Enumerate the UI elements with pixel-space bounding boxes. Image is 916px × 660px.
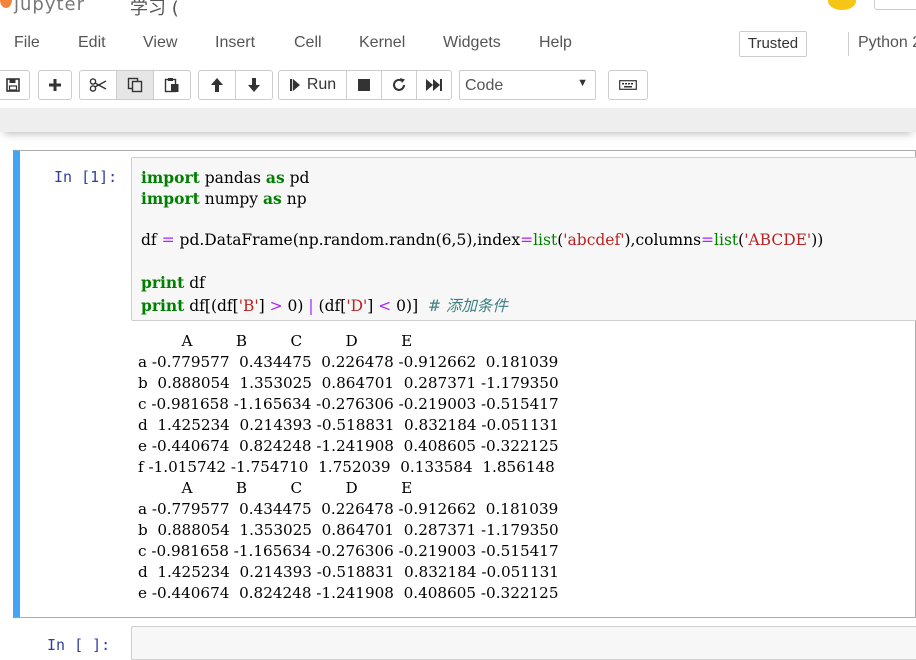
jupyter-logo-icon[interactable]	[0, 0, 12, 8]
scissors-icon	[89, 78, 107, 92]
copy-icon	[127, 77, 143, 93]
keyboard-icon	[619, 80, 637, 90]
move-down-button[interactable]	[235, 70, 273, 100]
output-line: e -0.440674 0.824248 -1.241908 0.408605 …	[138, 584, 559, 602]
insert-cell-button[interactable]	[38, 70, 72, 100]
output-line: a -0.779577 0.434475 0.226478 -0.912662 …	[138, 500, 559, 518]
menu-edit[interactable]: Edit	[78, 34, 106, 52]
code-line[interactable]: print df[(df['B'] > 0) | (df['D'] < 0)] …	[141, 294, 508, 316]
jupyter-brand[interactable]: jupyter	[14, 0, 85, 15]
menu-help[interactable]: Help	[539, 34, 572, 52]
copy-button[interactable]	[116, 70, 154, 100]
menu-insert[interactable]: Insert	[215, 34, 255, 52]
code-line[interactable]: print df	[141, 273, 205, 292]
menu-file[interactable]: File	[14, 34, 40, 52]
input-prompt: In [1]:	[54, 168, 118, 186]
output-line: d 1.425234 0.214393 -0.518831 0.832184 -…	[138, 416, 559, 434]
menu-widgets[interactable]: Widgets	[443, 34, 501, 52]
kernel-divider	[848, 32, 849, 56]
cell-type-select[interactable]: Code ▼	[459, 70, 596, 100]
menu-view[interactable]: View	[143, 34, 177, 52]
user-avatar-icon	[828, 0, 856, 10]
notebook-title[interactable]: 学习 (	[130, 0, 179, 20]
command-palette-button[interactable]	[608, 70, 648, 100]
output-line: c -0.981658 -1.165634 -0.276306 -0.21900…	[138, 542, 559, 560]
stop-icon	[358, 79, 370, 91]
kernel-name[interactable]: Python 2	[858, 34, 916, 52]
output-line: b 0.888054 1.353025 0.864701 0.287371 -1…	[138, 374, 559, 392]
code-line[interactable]: df = pd.DataFrame(np.random.randn(6,5),i…	[141, 231, 823, 249]
menu-kernel[interactable]: Kernel	[359, 34, 405, 52]
restart-run-all-button[interactable]	[416, 70, 452, 100]
output-line: f -1.015742 -1.754710 1.752039 0.133584 …	[138, 458, 555, 476]
toolbar: Run	[0, 64, 916, 108]
output-line: c -0.981658 -1.165634 -0.276306 -0.21900…	[138, 395, 559, 413]
restart-icon	[393, 78, 405, 91]
output-line: A B C D E	[138, 479, 413, 497]
cell-type-value: Code	[465, 77, 504, 94]
paste-icon	[164, 78, 179, 93]
arrow-down-icon	[248, 78, 260, 92]
code-line[interactable]: import pandas as pd	[141, 168, 309, 187]
cut-button[interactable]	[79, 70, 117, 100]
notebook-header: jupyter 学习 (	[0, 0, 916, 24]
fast-forward-icon	[426, 79, 442, 91]
run-button[interactable]: Run	[278, 70, 347, 100]
output-line: d 1.425234 0.214393 -0.518831 0.832184 -…	[138, 563, 559, 581]
output-line: A B C D E	[138, 332, 413, 350]
paste-button[interactable]	[153, 70, 191, 100]
save-button[interactable]	[0, 70, 30, 100]
step-forward-icon	[289, 79, 300, 91]
run-label: Run	[306, 76, 337, 93]
chevron-down-icon: ▼	[577, 77, 588, 89]
plus-icon	[49, 79, 61, 91]
input-prompt-empty: In [ ]:	[47, 636, 111, 654]
menu-cell[interactable]: Cell	[294, 34, 322, 52]
move-up-button[interactable]	[198, 70, 236, 100]
arrow-up-icon	[211, 78, 223, 92]
interrupt-button[interactable]	[346, 70, 382, 100]
output-line: e -0.440674 0.824248 -1.241908 0.408605 …	[138, 437, 559, 455]
code-line[interactable]: import numpy as np	[141, 189, 307, 208]
header-shadow	[0, 108, 916, 132]
output-line: a -0.779577 0.434475 0.226478 -0.912662 …	[138, 353, 559, 371]
logout-button[interactable]	[874, 0, 916, 10]
save-icon	[6, 78, 20, 92]
output-line: b 0.888054 1.353025 0.864701 0.287371 -1…	[138, 521, 559, 539]
trusted-indicator[interactable]: Trusted	[739, 31, 807, 57]
restart-button[interactable]	[381, 70, 417, 100]
